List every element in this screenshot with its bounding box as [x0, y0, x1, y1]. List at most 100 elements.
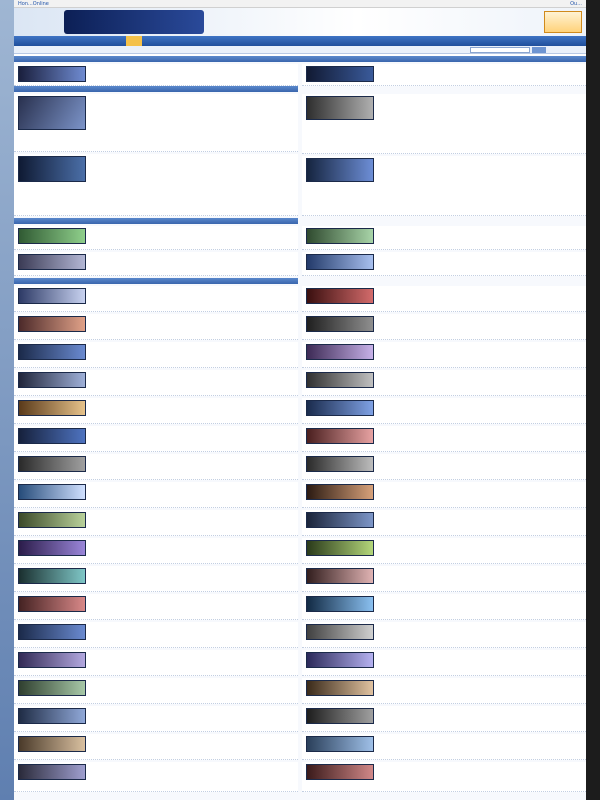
thread-thumbnail[interactable] [18, 652, 86, 668]
thread-thumbnail[interactable] [18, 372, 86, 388]
thread-item[interactable] [14, 706, 298, 732]
thread-thumbnail[interactable] [306, 680, 374, 696]
thread-item[interactable] [14, 678, 298, 704]
thread-thumbnail[interactable] [18, 96, 86, 130]
thread-item[interactable] [302, 94, 586, 154]
thread-item[interactable] [14, 482, 298, 508]
thread-item[interactable] [302, 482, 586, 508]
thread-item[interactable] [14, 762, 298, 792]
thread-item[interactable] [14, 398, 298, 424]
thread-thumbnail[interactable] [18, 456, 86, 472]
thread-thumbnail[interactable] [306, 484, 374, 500]
thread-item[interactable] [302, 226, 586, 250]
thread-item[interactable] [302, 762, 586, 792]
thread-thumbnail[interactable] [18, 344, 86, 360]
thread-thumbnail[interactable] [306, 372, 374, 388]
thread-item[interactable] [302, 370, 586, 396]
thread-item[interactable] [302, 342, 586, 368]
thread-thumbnail[interactable] [306, 96, 374, 120]
thread-thumbnail[interactable] [18, 736, 86, 752]
thread-item[interactable] [302, 594, 586, 620]
thread-thumbnail[interactable] [18, 400, 86, 416]
topbar-left-text[interactable]: Hon...Online [18, 1, 49, 7]
thread-thumbnail[interactable] [306, 764, 374, 780]
thread-thumbnail[interactable] [18, 568, 86, 584]
thread-thumbnail[interactable] [306, 708, 374, 724]
thread-thumbnail[interactable] [306, 540, 374, 556]
thread-item[interactable] [302, 156, 586, 216]
thread-thumbnail[interactable] [18, 624, 86, 640]
thread-item[interactable] [14, 252, 298, 276]
thread-thumbnail[interactable] [18, 288, 86, 304]
thread-thumbnail[interactable] [306, 316, 374, 332]
thread-thumbnail[interactable] [18, 156, 86, 182]
thread-item[interactable] [14, 454, 298, 480]
thread-item[interactable] [14, 426, 298, 452]
thread-item[interactable] [14, 566, 298, 592]
thread-thumbnail[interactable] [18, 596, 86, 612]
thread-item[interactable] [14, 370, 298, 396]
thread-item[interactable] [302, 678, 586, 704]
thread-thumbnail[interactable] [306, 158, 374, 182]
thread-thumbnail[interactable] [306, 228, 374, 244]
thread-item[interactable] [302, 706, 586, 732]
thread-item[interactable] [14, 650, 298, 676]
thread-item[interactable] [302, 566, 586, 592]
topbar-right-text[interactable]: Ou... [570, 1, 582, 7]
thread-item[interactable] [14, 594, 298, 620]
thread-thumbnail[interactable] [18, 680, 86, 696]
thread-item[interactable] [302, 314, 586, 340]
thread-thumbnail[interactable] [306, 596, 374, 612]
thread-thumbnail[interactable] [18, 540, 86, 556]
thread-item[interactable] [302, 650, 586, 676]
thread-thumbnail[interactable] [18, 66, 86, 82]
site-banner [14, 8, 586, 36]
thread-item[interactable] [14, 734, 298, 760]
thread-thumbnail[interactable] [306, 736, 374, 752]
thread-item[interactable] [14, 538, 298, 564]
thread-thumbnail[interactable] [306, 344, 374, 360]
thread-thumbnail[interactable] [306, 66, 374, 82]
thread-thumbnail[interactable] [306, 288, 374, 304]
thread-item[interactable] [302, 538, 586, 564]
thread-item[interactable] [14, 226, 298, 250]
thread-item[interactable] [302, 426, 586, 452]
thread-item[interactable] [302, 286, 586, 312]
thread-thumbnail[interactable] [18, 316, 86, 332]
thread-item[interactable] [302, 454, 586, 480]
site-logo[interactable] [64, 10, 204, 34]
thread-thumbnail[interactable] [18, 764, 86, 780]
thread-item[interactable] [14, 286, 298, 312]
thread-thumbnail[interactable] [306, 624, 374, 640]
thread-thumbnail[interactable] [306, 400, 374, 416]
thread-thumbnail[interactable] [18, 512, 86, 528]
thread-thumbnail[interactable] [18, 254, 86, 270]
thread-item[interactable] [302, 398, 586, 424]
thread-thumbnail[interactable] [306, 512, 374, 528]
thread-item[interactable] [302, 252, 586, 276]
thread-thumbnail[interactable] [18, 708, 86, 724]
thread-thumbnail[interactable] [18, 228, 86, 244]
thread-thumbnail[interactable] [306, 652, 374, 668]
thread-item[interactable] [14, 154, 298, 216]
thread-item[interactable] [14, 622, 298, 648]
nav-item-active[interactable] [126, 36, 142, 46]
thread-thumbnail[interactable] [18, 428, 86, 444]
thread-thumbnail[interactable] [306, 456, 374, 472]
thread-item[interactable] [302, 510, 586, 536]
thread-item[interactable] [302, 622, 586, 648]
thread-item[interactable] [14, 314, 298, 340]
thread-thumbnail[interactable] [18, 484, 86, 500]
thread-item[interactable] [302, 734, 586, 760]
thread-thumbnail[interactable] [306, 568, 374, 584]
thread-item[interactable] [14, 94, 298, 152]
thread-item[interactable] [14, 510, 298, 536]
thread-item[interactable] [14, 64, 298, 86]
promo-badge[interactable] [544, 11, 582, 33]
thread-item[interactable] [302, 64, 586, 86]
search-button[interactable] [532, 47, 546, 53]
thread-thumbnail[interactable] [306, 428, 374, 444]
thread-item[interactable] [14, 342, 298, 368]
thread-thumbnail[interactable] [306, 254, 374, 270]
search-input[interactable] [470, 47, 530, 53]
